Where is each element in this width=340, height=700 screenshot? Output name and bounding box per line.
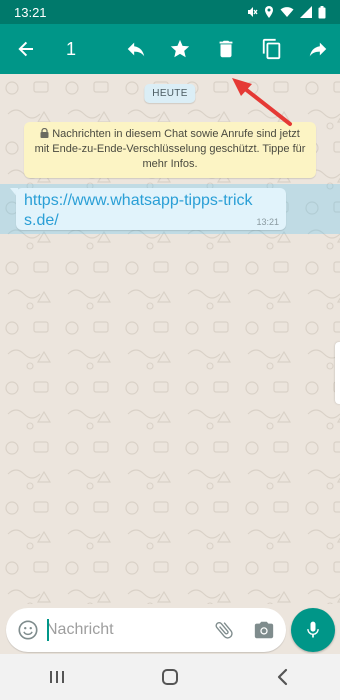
reply-button[interactable] xyxy=(116,24,156,74)
status-bar: 13:21 xyxy=(0,0,340,24)
delete-button[interactable] xyxy=(206,24,246,74)
copy-icon xyxy=(262,38,281,60)
mute-icon xyxy=(248,7,258,17)
side-panel-handle[interactable] xyxy=(335,342,340,404)
chat-area[interactable]: HEUTE Nachrichten in diesem Chat sowie A… xyxy=(0,74,340,604)
battery-icon xyxy=(318,5,326,18)
message-bubble[interactable]: https://www.whatsapp-tipps-tricks.de/ 13… xyxy=(16,188,286,230)
recents-button[interactable] xyxy=(37,657,77,697)
camera-button[interactable] xyxy=(252,618,276,642)
back-arrow-button[interactable] xyxy=(6,24,46,74)
microphone-button[interactable] xyxy=(291,608,335,652)
home-icon xyxy=(161,669,178,685)
copy-button[interactable] xyxy=(252,24,292,74)
date-chip: HEUTE xyxy=(144,84,196,103)
microphone-icon xyxy=(307,621,319,638)
selected-count: 1 xyxy=(66,38,77,59)
encryption-notice[interactable]: Nachrichten in diesem Chat sowie Anrufe … xyxy=(24,122,316,178)
text-cursor xyxy=(47,619,49,641)
lock-icon xyxy=(40,128,49,138)
status-time: 13:21 xyxy=(14,4,47,20)
star-icon xyxy=(170,39,190,58)
message-link[interactable]: https://www.whatsapp-tipps-tricks.de/ xyxy=(24,191,264,231)
message-time: 13:21 xyxy=(256,217,279,227)
emoji-icon xyxy=(18,620,38,640)
back-button[interactable] xyxy=(263,657,303,697)
status-icons xyxy=(246,5,326,19)
back-icon xyxy=(278,668,288,686)
camera-icon xyxy=(254,621,274,639)
system-nav-bar xyxy=(0,654,340,700)
selected-message-row[interactable]: https://www.whatsapp-tipps-tricks.de/ 13… xyxy=(0,184,340,234)
paperclip-icon xyxy=(215,622,233,639)
signal-icon xyxy=(300,6,312,18)
reply-icon xyxy=(127,42,145,57)
recents-icon xyxy=(49,671,64,683)
message-input[interactable] xyxy=(46,614,196,646)
forward-button[interactable] xyxy=(298,24,338,74)
encryption-notice-text: Nachrichten in diesem Chat sowie Anrufe … xyxy=(34,128,306,170)
back-arrow-icon xyxy=(18,41,33,57)
location-icon xyxy=(265,6,273,18)
emoji-button[interactable] xyxy=(16,618,40,642)
selection-toolbar: 1 xyxy=(0,24,340,74)
wifi-icon xyxy=(280,7,294,17)
composer xyxy=(0,604,340,654)
attach-button[interactable] xyxy=(212,618,236,642)
forward-icon xyxy=(309,42,327,57)
star-button[interactable] xyxy=(160,24,200,74)
home-button[interactable] xyxy=(150,657,190,697)
delete-icon xyxy=(219,40,233,58)
message-input-box[interactable] xyxy=(6,608,286,652)
